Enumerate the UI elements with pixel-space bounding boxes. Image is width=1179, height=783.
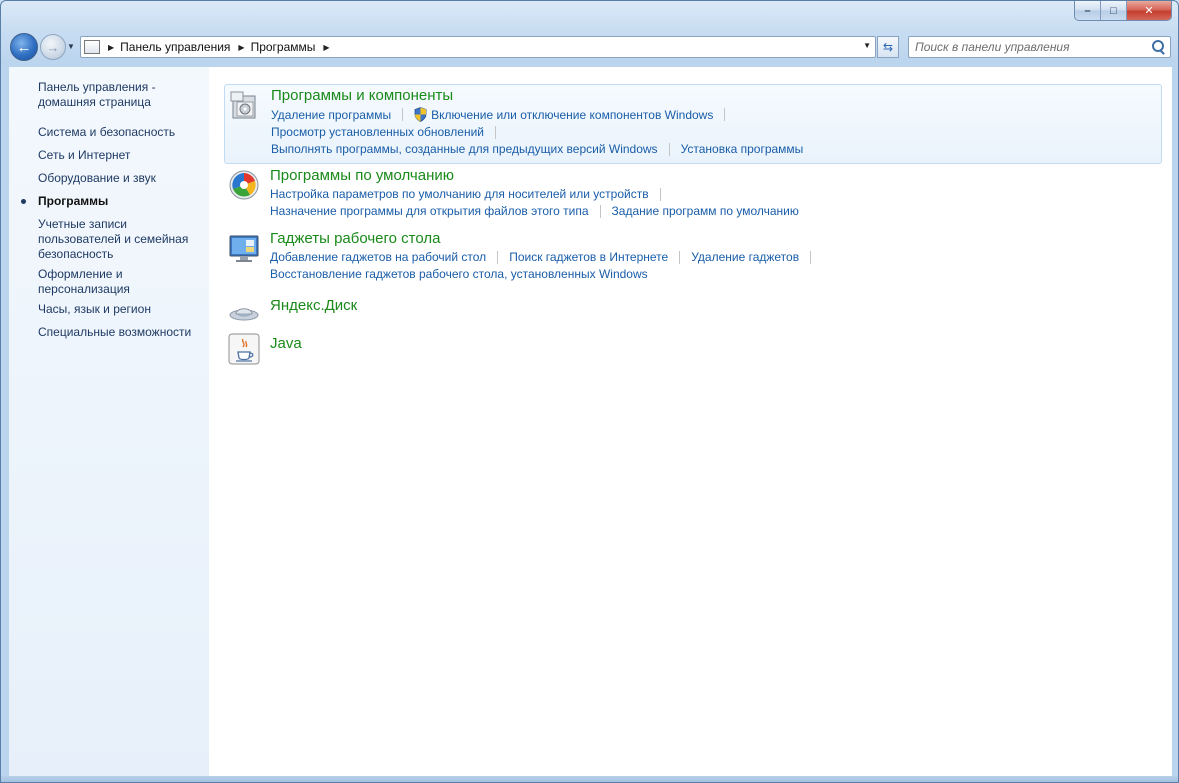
main-content: Программы и компоненты Удаление программ… (209, 67, 1172, 776)
link-turn-windows-features[interactable]: Включение или отключение компонентов Win… (431, 108, 713, 122)
search-input[interactable] (915, 40, 1149, 54)
close-button[interactable]: ✕ (1127, 1, 1171, 20)
link-separator (497, 250, 499, 264)
group-default-programs: Программы по умолчанию Настройка парамет… (224, 167, 1162, 223)
link-file-type-association[interactable]: Назначение программы для открытия файлов… (270, 204, 589, 218)
link-separator (494, 125, 496, 139)
group-java: Java (224, 333, 1162, 367)
yandex-disk-icon (229, 308, 259, 321)
java-icon (228, 333, 260, 365)
link-uninstall-gadgets[interactable]: Удаление гаджетов (691, 250, 799, 264)
breadcrumb-programs[interactable]: Программы (251, 40, 316, 54)
link-restore-gadgets[interactable]: Восстановление гаджетов рабочего стола, … (270, 267, 648, 281)
group-title-java[interactable]: Java (270, 335, 302, 352)
sidebar-item-system-security[interactable]: Система и безопасность (38, 125, 200, 140)
breadcrumb-separator[interactable]: ▶ (108, 43, 114, 52)
window-caption-buttons: – □ ✕ (1074, 1, 1172, 21)
desktop-gadgets-icon (229, 235, 259, 262)
link-separator (659, 187, 661, 201)
group-programs-features: Программы и компоненты Удаление программ… (224, 84, 1162, 164)
sidebar: Панель управления - домашняя страница Си… (9, 67, 209, 776)
navigation-bar: ← → ▼ ▶ Панель управления ▶ Программы ▶ … (1, 29, 1178, 65)
link-run-older-programs[interactable]: Выполнять программы, созданные для преды… (271, 142, 658, 156)
sidebar-item-network[interactable]: Сеть и Интернет (38, 148, 200, 163)
group-title-desktop-gadgets[interactable]: Гаджеты рабочего стола (270, 230, 440, 247)
link-separator (810, 250, 812, 264)
link-row: Назначение программы для открытия файлов… (270, 204, 799, 218)
window-bottom-border (1, 776, 1178, 782)
programs-features-icon (230, 91, 256, 119)
recent-pages-button[interactable]: ▼ (67, 42, 75, 51)
sidebar-item-appearance[interactable]: Оформление и персонализация (38, 267, 200, 297)
sidebar-item-hardware-sound[interactable]: Оборудование и звук (38, 171, 200, 186)
group-yandex-disk: Яндекс.Диск (224, 295, 1162, 327)
link-view-installed-updates[interactable]: Просмотр установленных обновлений (271, 125, 484, 139)
maximize-button[interactable]: □ (1101, 1, 1127, 20)
group-title-default-programs[interactable]: Программы по умолчанию (270, 167, 454, 184)
sidebar-item-home[interactable]: Панель управления - домашняя страница (38, 80, 200, 110)
sidebar-item-clock-region[interactable]: Часы, язык и регион (38, 302, 200, 317)
link-row: Настройка параметров по умолчанию для но… (270, 187, 672, 201)
active-item-bullet (21, 199, 26, 204)
group-title-yandex-disk[interactable]: Яндекс.Диск (270, 297, 357, 314)
link-autoplay-settings[interactable]: Настройка параметров по умолчанию для но… (270, 187, 649, 201)
link-row: Восстановление гаджетов рабочего стола, … (270, 267, 648, 281)
link-row: Просмотр установленных обновлений (271, 125, 507, 139)
control-panel-icon (84, 40, 100, 54)
link-set-default-programs[interactable]: Задание программ по умолчанию (612, 204, 799, 218)
control-panel-window: – □ ✕ ← → ▼ ▶ Панель управления ▶ Програ… (0, 0, 1179, 783)
address-dropdown-icon[interactable]: ▼ (863, 41, 871, 50)
group-desktop-gadgets: Гаджеты рабочего стола Добавление гаджет… (224, 230, 1162, 286)
link-separator (724, 108, 726, 121)
breadcrumb-separator[interactable]: ▶ (238, 43, 244, 52)
address-bar[interactable]: ▶ Панель управления ▶ Программы ▶ ▼ (80, 36, 876, 58)
search-icon[interactable] (1149, 38, 1167, 56)
forward-button[interactable]: → (40, 34, 66, 60)
breadcrumb-separator[interactable]: ▶ (323, 43, 329, 52)
uac-shield-icon (414, 107, 427, 122)
link-find-gadgets-online[interactable]: Поиск гаджетов в Интернете (509, 250, 668, 264)
minimize-button[interactable]: – (1075, 1, 1101, 20)
breadcrumb-control-panel[interactable]: Панель управления (120, 40, 230, 54)
link-uninstall-program[interactable]: Удаление программы (271, 108, 391, 122)
link-separator (668, 142, 670, 156)
group-title-programs-features[interactable]: Программы и компоненты (271, 87, 453, 104)
sidebar-item-accessibility[interactable]: Специальные возможности (38, 325, 200, 340)
link-row: Добавление гаджетов на рабочий стол Поис… (270, 250, 822, 264)
link-separator (679, 250, 681, 264)
default-programs-icon (229, 170, 259, 200)
sidebar-item-user-accounts[interactable]: Учетные записи пользователей и семейная … (38, 217, 200, 262)
link-separator (599, 204, 601, 218)
refresh-icon: ⇆ (882, 40, 894, 54)
refresh-button[interactable]: ⇆ (877, 36, 899, 58)
sidebar-item-programs[interactable]: Программы (38, 194, 200, 209)
back-button[interactable]: ← (10, 33, 38, 61)
link-row: Выполнять программы, созданные для преды… (271, 142, 803, 156)
link-install-program[interactable]: Установка программы (681, 142, 804, 156)
link-separator (402, 108, 404, 121)
link-add-gadgets[interactable]: Добавление гаджетов на рабочий стол (270, 250, 486, 264)
link-row: Удаление программы Включение или отключе… (271, 107, 736, 122)
search-box[interactable] (908, 36, 1171, 58)
